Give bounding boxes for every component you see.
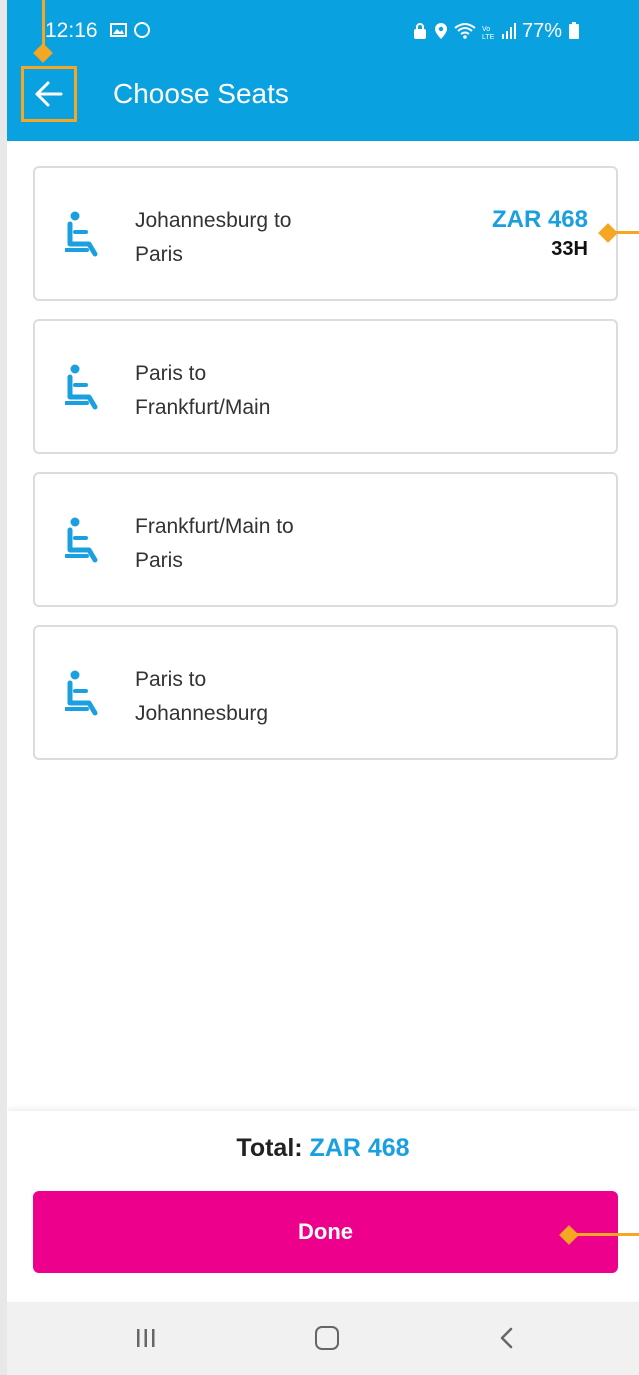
segment-card-1[interactable]: Johannesburg to Paris ZAR 468 33H bbox=[33, 166, 618, 301]
route-line-2: Paris bbox=[135, 243, 183, 266]
home-icon[interactable] bbox=[315, 1326, 339, 1350]
total-value: ZAR 468 bbox=[309, 1134, 410, 1162]
page-title: Choose Seats bbox=[113, 78, 289, 109]
accessible-seat-icon bbox=[65, 364, 98, 410]
route-line-1: Johannesburg to bbox=[135, 209, 292, 232]
segment-price: ZAR 468 33H bbox=[492, 206, 588, 261]
route-text: Johannesburg to Paris bbox=[135, 204, 291, 272]
done-label: Done bbox=[298, 1219, 353, 1244]
battery-icon bbox=[569, 22, 580, 39]
nav-back-icon[interactable] bbox=[495, 1326, 519, 1350]
route-line-2: Paris bbox=[135, 549, 183, 572]
segment-card-4[interactable]: Paris to Johannesburg bbox=[33, 625, 618, 760]
accessible-seat-icon bbox=[65, 211, 98, 257]
route-line-1: Paris to bbox=[135, 362, 207, 385]
route-line-2: Johannesburg bbox=[135, 702, 269, 725]
route-line-1: Paris to bbox=[135, 668, 207, 691]
footer: Total: ZAR 468 Done bbox=[7, 1111, 639, 1301]
segment-list: Johannesburg to Paris ZAR 468 33H Paris … bbox=[33, 166, 618, 778]
status-right-icons: Vo LTE 77% bbox=[412, 18, 580, 44]
route-line-1: Frankfurt/Main to bbox=[135, 515, 294, 538]
status-time: 12:16 bbox=[45, 19, 98, 42]
gallery-icon bbox=[110, 23, 127, 37]
app-bar: 12:16 Vo LTE 77% Choose Seats bbox=[7, 0, 639, 141]
total-label: Total: bbox=[236, 1134, 303, 1162]
recents-icon[interactable] bbox=[135, 1327, 157, 1349]
route-text: Paris to Frankfurt/Main bbox=[135, 357, 270, 425]
annotation-line-done bbox=[572, 1233, 639, 1236]
back-button[interactable] bbox=[21, 66, 77, 122]
segment-card-3[interactable]: Frankfurt/Main to Paris bbox=[33, 472, 618, 607]
arrow-left-icon bbox=[35, 81, 63, 107]
done-button[interactable]: Done bbox=[33, 1191, 618, 1273]
total-summary: Total: ZAR 468 bbox=[7, 1134, 639, 1163]
route-text: Paris to Johannesburg bbox=[135, 663, 268, 731]
route-text: Frankfurt/Main to Paris bbox=[135, 510, 294, 578]
wifi-icon bbox=[454, 23, 476, 39]
status-bar: 12:16 Vo LTE 77% bbox=[7, 0, 639, 60]
segment-card-2[interactable]: Paris to Frankfurt/Main bbox=[33, 319, 618, 454]
battery-level: 77% bbox=[522, 19, 563, 42]
choose-seats-screen: 12:16 Vo LTE 77% Choose Seats Johannesbu… bbox=[7, 0, 639, 1375]
location-icon bbox=[435, 23, 447, 39]
route-line-2: Frankfurt/Main bbox=[135, 396, 271, 419]
lock-icon bbox=[414, 23, 426, 39]
annotation-line-price bbox=[611, 231, 639, 234]
accessible-seat-icon bbox=[65, 517, 98, 563]
sync-icon bbox=[134, 22, 150, 38]
system-nav-bar bbox=[7, 1302, 639, 1375]
price-amount: ZAR 468 bbox=[491, 206, 588, 233]
seat-number: 33H bbox=[551, 238, 588, 260]
annotation-line-top bbox=[42, 0, 45, 46]
svg-text:Vo: Vo bbox=[482, 26, 490, 33]
signal-icon: Vo LTE bbox=[482, 23, 516, 40]
accessible-seat-icon bbox=[65, 670, 98, 716]
svg-text:LTE: LTE bbox=[482, 34, 495, 40]
